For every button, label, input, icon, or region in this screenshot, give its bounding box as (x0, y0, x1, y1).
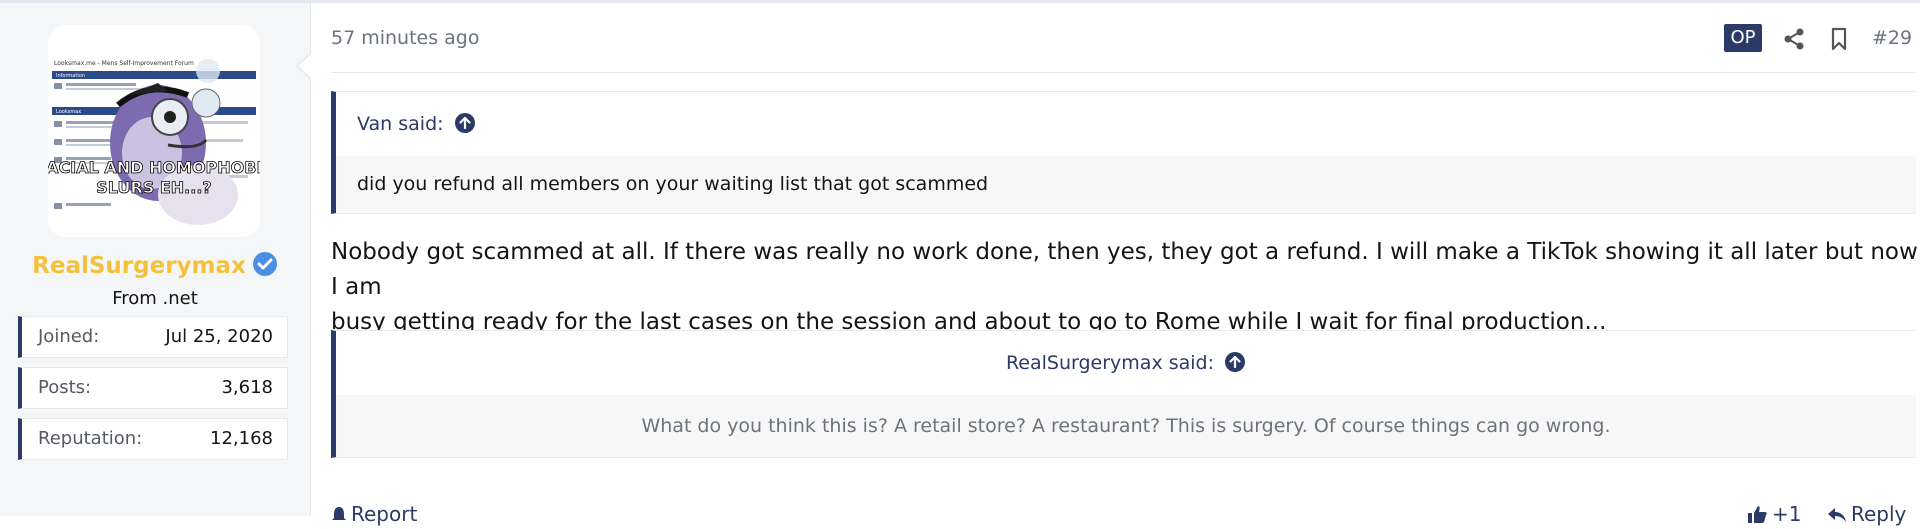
stat-reputation: Reputation: 12,168 (18, 418, 288, 460)
post-number-link[interactable]: #29 (1872, 27, 1912, 49)
avatar-section-information: Information (56, 73, 85, 79)
quote-text: What do you think this is? A retail stor… (336, 395, 1916, 457)
stat-label: Joined: (38, 326, 100, 347)
avatar-caption-line-1: RACIAL AND HOMOPHOBIC (48, 158, 260, 177)
avatar-forum-title: Looksmax.me - Mens Self-Improvement Foru… (54, 60, 194, 67)
quote-attribution[interactable]: Van said: (336, 92, 1916, 156)
jump-to-quote-icon[interactable] (454, 112, 476, 134)
report-button[interactable]: Report (331, 499, 417, 529)
username-row: RealSurgerymax (0, 251, 310, 279)
avatar-caption-line-2: SLURS EH...? (96, 178, 211, 197)
post-message: Nobody got scammed at all. If there was … (331, 235, 1920, 340)
quote-author[interactable]: RealSurgerymax said: (1006, 352, 1214, 374)
quote-block-realsurgerymax: RealSurgerymax said: What do you think t… (331, 330, 1916, 458)
reply-arrow-icon (1828, 508, 1846, 522)
thumbs-up-icon (1748, 506, 1767, 523)
post-header-divider (331, 72, 1916, 73)
stat-label: Reputation: (38, 428, 143, 449)
username[interactable]: RealSurgerymax (32, 253, 246, 279)
stat-label: Posts: (38, 377, 92, 398)
report-label: Report (351, 502, 418, 526)
stat-value: Jul 25, 2020 (165, 326, 273, 347)
quote-text: did you refund all members on your waiti… (336, 156, 1916, 213)
sidebar-pointer (296, 52, 312, 80)
avatar-image: Looksmax.me - Mens Self-Improvement Foru… (48, 25, 260, 237)
quote-attribution[interactable]: RealSurgerymax said: (336, 331, 1916, 395)
like-button[interactable]: +1 (1746, 499, 1801, 529)
bookmark-icon[interactable] (1826, 26, 1852, 52)
verified-badge-icon (252, 252, 277, 276)
post-main: 57 minutes ago OP #29 Van said: did you … (311, 3, 1920, 526)
post-timestamp[interactable]: 57 minutes ago (331, 27, 480, 49)
quote-block-van: Van said: did you refund all members on … (331, 91, 1916, 214)
avatar[interactable]: Looksmax.me - Mens Self-Improvement Foru… (48, 25, 260, 237)
reply-button[interactable]: Reply (1827, 499, 1906, 529)
user-title: From .net (112, 288, 198, 309)
user-sidebar: Looksmax.me - Mens Self-Improvement Foru… (0, 3, 311, 516)
message-line: Nobody got scammed at all. If there was … (331, 239, 1918, 300)
stat-joined: Joined: Jul 25, 2020 (18, 316, 288, 358)
like-count: +1 (1772, 502, 1802, 526)
stat-posts: Posts: 3,618 (18, 367, 288, 409)
quote-author[interactable]: Van said: (357, 113, 444, 135)
stat-value: 12,168 (210, 428, 273, 449)
jump-to-quote-icon[interactable] (1224, 351, 1246, 373)
share-icon[interactable] (1781, 26, 1807, 52)
stat-value: 3,618 (221, 377, 273, 398)
op-badge: OP (1724, 24, 1762, 52)
bell-icon (332, 507, 346, 520)
reply-label: Reply (1851, 502, 1907, 526)
avatar-section-looksmax: Looksmax (56, 109, 81, 115)
